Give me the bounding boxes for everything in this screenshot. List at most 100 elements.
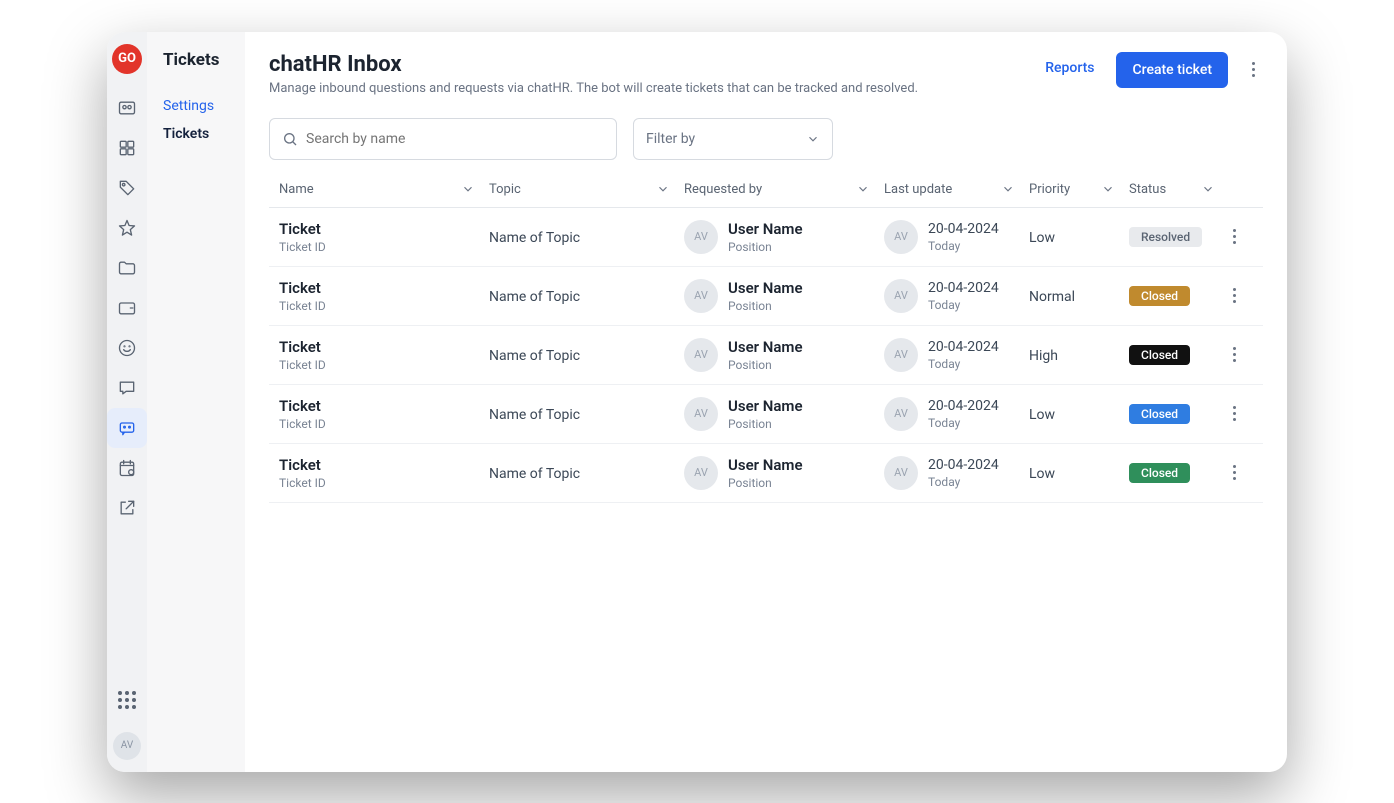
requester-name: User Name xyxy=(728,220,803,238)
main-content: chatHR Inbox Manage inbound questions an… xyxy=(245,32,1287,772)
rail-smile-icon[interactable] xyxy=(107,328,147,368)
col-requested-by[interactable]: Requested by xyxy=(684,182,884,197)
row-more-button[interactable] xyxy=(1229,284,1239,307)
rail-calendar-icon[interactable] xyxy=(107,448,147,488)
priority-value: Normal xyxy=(1029,289,1075,305)
requester-name: User Name xyxy=(728,279,803,297)
ticket-id: Ticket ID xyxy=(279,476,475,490)
search-input[interactable] xyxy=(306,131,604,147)
avatar: AV xyxy=(884,338,918,372)
search-icon xyxy=(282,131,298,147)
avatar: AV xyxy=(884,456,918,490)
filter-label: Filter by xyxy=(646,131,695,147)
requester-position: Position xyxy=(728,358,803,372)
priority-value: Low xyxy=(1029,466,1055,482)
update-date: 20-04-2024 xyxy=(928,339,999,355)
search-field[interactable] xyxy=(269,118,617,160)
app-window: GO AV Tickets Settings Tickets chatHR Inb… xyxy=(107,32,1287,772)
update-time: Today xyxy=(928,357,999,371)
subnav: Tickets Settings Tickets xyxy=(147,32,245,772)
table-row[interactable]: TicketTicket IDName of TopicAVUser NameP… xyxy=(269,444,1263,503)
ticket-title: Ticket xyxy=(279,397,475,415)
avatar: AV xyxy=(884,397,918,431)
chevron-down-icon xyxy=(806,132,820,146)
avatar: AV xyxy=(684,397,718,431)
app-logo[interactable]: GO xyxy=(112,44,142,74)
update-time: Today xyxy=(928,298,999,312)
update-time: Today xyxy=(928,475,999,489)
table-row[interactable]: TicketTicket IDName of TopicAVUser NameP… xyxy=(269,385,1263,444)
col-last-update[interactable]: Last update xyxy=(884,182,1029,197)
col-status[interactable]: Status xyxy=(1129,182,1229,197)
current-user-avatar[interactable]: AV xyxy=(113,732,141,760)
requester-position: Position xyxy=(728,240,803,254)
rail-chat-icon[interactable] xyxy=(107,368,147,408)
row-more-button[interactable] xyxy=(1229,461,1239,484)
row-more-button[interactable] xyxy=(1229,402,1239,425)
update-date: 20-04-2024 xyxy=(928,280,999,296)
ticket-id: Ticket ID xyxy=(279,299,475,313)
table-row[interactable]: TicketTicket IDName of TopicAVUser NameP… xyxy=(269,267,1263,326)
requester-position: Position xyxy=(728,299,803,313)
update-date: 20-04-2024 xyxy=(928,398,999,414)
subnav-title: Tickets xyxy=(163,50,229,70)
table-header: Name Topic Requested by Last update Prio… xyxy=(269,172,1263,208)
rail-folder-icon[interactable] xyxy=(107,248,147,288)
requester-position: Position xyxy=(728,476,803,490)
chevron-down-icon xyxy=(1201,182,1215,196)
priority-value: High xyxy=(1029,348,1058,364)
ticket-topic: Name of Topic xyxy=(489,230,580,246)
apps-grid-button[interactable] xyxy=(107,680,147,720)
rail-grid-icon[interactable] xyxy=(107,128,147,168)
rail-external-icon[interactable] xyxy=(107,488,147,528)
ticket-id: Ticket ID xyxy=(279,358,475,372)
update-date: 20-04-2024 xyxy=(928,221,999,237)
page-title: chatHR Inbox xyxy=(269,52,1023,77)
col-topic[interactable]: Topic xyxy=(489,182,684,197)
rail-wallet-icon[interactable] xyxy=(107,288,147,328)
requester-name: User Name xyxy=(728,338,803,356)
filter-dropdown[interactable]: Filter by xyxy=(633,118,833,160)
row-more-button[interactable] xyxy=(1229,225,1239,248)
status-badge: Closed xyxy=(1129,404,1190,424)
reports-button[interactable]: Reports xyxy=(1039,52,1100,84)
page-subtitle: Manage inbound questions and requests vi… xyxy=(269,81,1023,96)
avatar: AV xyxy=(684,279,718,313)
priority-value: Low xyxy=(1029,230,1055,246)
chevron-down-icon xyxy=(1001,182,1015,196)
status-badge: Closed xyxy=(1129,463,1190,483)
update-time: Today xyxy=(928,239,999,253)
ticket-topic: Name of Topic xyxy=(489,407,580,423)
rail-chatbot-icon[interactable] xyxy=(107,408,147,448)
filter-bar: Filter by xyxy=(269,118,1263,160)
rail-tag-icon[interactable] xyxy=(107,168,147,208)
rail-users-icon[interactable] xyxy=(107,88,147,128)
ticket-id: Ticket ID xyxy=(279,240,475,254)
ticket-topic: Name of Topic xyxy=(489,348,580,364)
subnav-link-settings[interactable]: Settings xyxy=(163,98,229,114)
avatar: AV xyxy=(684,220,718,254)
chevron-down-icon xyxy=(461,182,475,196)
status-badge: Resolved xyxy=(1129,227,1202,247)
chevron-down-icon xyxy=(1101,182,1115,196)
requester-name: User Name xyxy=(728,397,803,415)
table-row[interactable]: TicketTicket IDName of TopicAVUser NameP… xyxy=(269,326,1263,385)
status-badge: Closed xyxy=(1129,286,1190,306)
rail-star-icon[interactable] xyxy=(107,208,147,248)
status-badge: Closed xyxy=(1129,345,1190,365)
table-body: Ticket Ticket ID Name of Topic AV User Name P… xyxy=(269,208,1263,503)
ticket-title: Ticket xyxy=(279,279,475,297)
requester-name: User Name xyxy=(728,456,803,474)
row-more-button[interactable] xyxy=(1229,343,1239,366)
ticket-id: Ticket ID xyxy=(279,417,475,431)
table-row[interactable]: TicketTicket IDName of TopicAVUser NameP… xyxy=(269,208,1263,267)
subnav-link-tickets[interactable]: Tickets xyxy=(163,126,229,142)
avatar: AV xyxy=(684,338,718,372)
create-ticket-button[interactable]: Create ticket xyxy=(1116,52,1228,88)
col-priority[interactable]: Priority xyxy=(1029,182,1129,197)
update-time: Today xyxy=(928,416,999,430)
page-more-button[interactable] xyxy=(1244,52,1263,87)
col-name[interactable]: Name xyxy=(279,182,489,197)
avatar: AV xyxy=(884,279,918,313)
priority-value: Low xyxy=(1029,407,1055,423)
